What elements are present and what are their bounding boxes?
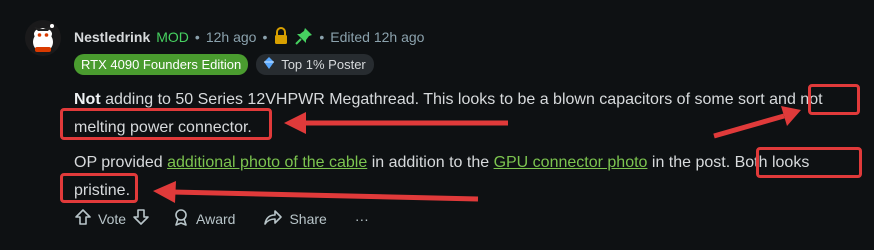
annotation-arrows [153,106,801,203]
arrow-to-melting [284,112,508,134]
arrow-to-not [713,106,801,139]
comment: Nestledrink MOD • 12h ago • • Edited 12h… [0,0,874,250]
arrow-to-pristine [153,181,479,203]
